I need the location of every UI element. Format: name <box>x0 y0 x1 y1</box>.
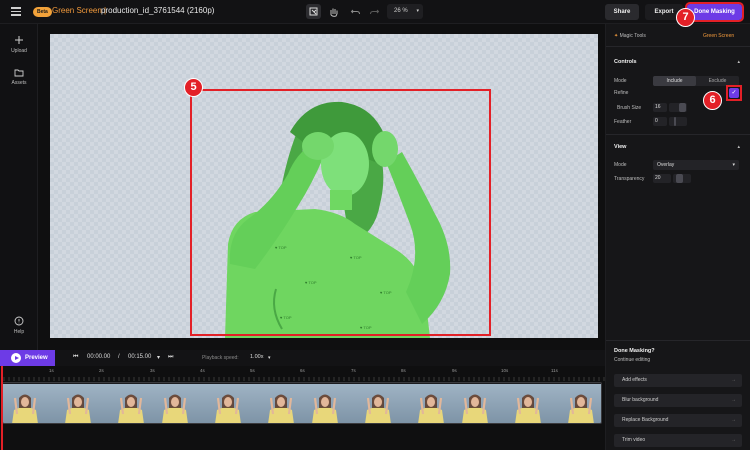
plus-icon <box>15 36 23 44</box>
magic-tools-header[interactable]: ✦ Magic Tools <box>614 33 646 39</box>
time-separator: / <box>118 354 120 360</box>
video-track-filmstrip[interactable] <box>2 382 602 424</box>
filmstrip-frame <box>453 384 503 423</box>
feather-input[interactable]: 0 <box>653 117 667 126</box>
upload-button[interactable]: Upload <box>0 35 38 54</box>
slider-handle[interactable] <box>676 174 683 183</box>
zoom-level: 26 % <box>394 8 408 14</box>
current-time: 00:00.00 <box>87 354 111 360</box>
brush-size-input[interactable]: 16 <box>653 103 667 112</box>
zoom-select[interactable]: 26 % ▾ <box>387 4 423 19</box>
playback-bar: Preview ⏮ 00:00.00 / 00:15.00 ▾ ⏭ Playba… <box>0 350 605 366</box>
filmstrip-frame <box>353 384 403 423</box>
project-mode-label: Green Screen | <box>52 6 107 15</box>
chevron-down-icon: ▾ <box>732 162 735 168</box>
top-bar: Beta Green Screen | production_id_376154… <box>0 0 750 24</box>
replace-background-button[interactable]: Replace Background → <box>614 414 742 427</box>
blur-background-button[interactable]: Blur background → <box>614 394 742 407</box>
filmstrip-frame <box>303 384 353 423</box>
filmstrip-frame <box>403 384 453 423</box>
refine-label: Refine <box>614 90 629 96</box>
help-icon <box>14 316 24 326</box>
view-mode-label: Mode <box>614 162 627 168</box>
arrow-right-icon: → <box>731 377 736 383</box>
filmstrip-frame <box>253 384 303 423</box>
video-canvas[interactable]: ♥ TOP ♥ TOP ♥ TOP ♥ TOP ♥ TOP ♥ TOP 5 <box>50 34 598 338</box>
chevron-down-icon: ▾ <box>416 8 419 14</box>
transparency-slider[interactable] <box>673 174 691 183</box>
divider <box>606 134 750 135</box>
share-button[interactable]: Share <box>605 4 639 20</box>
filmstrip-frame <box>503 384 553 423</box>
undo-icon[interactable] <box>348 4 363 19</box>
include-option[interactable]: Include <box>653 76 696 86</box>
filmstrip-frame <box>103 384 153 423</box>
right-panel: ✦ Magic Tools Green Screen Controls ▴ Mo… <box>605 24 750 450</box>
done-masking-title: Done Masking? <box>614 348 655 354</box>
filmstrip-frame <box>3 384 53 423</box>
filmstrip-frame <box>203 384 253 423</box>
done-masking-button[interactable]: Done Masking <box>685 2 744 22</box>
filmstrip-frame <box>553 384 601 423</box>
divider <box>606 340 750 341</box>
folder-icon <box>14 69 24 77</box>
skip-back-icon[interactable]: ⏮ <box>73 354 78 361</box>
play-icon <box>11 353 21 363</box>
refine-checkbox[interactable]: ✓ <box>729 88 739 98</box>
divider <box>606 46 750 47</box>
playback-speed-label: Playback speed: <box>202 355 239 361</box>
redo-icon[interactable] <box>367 4 382 19</box>
feather-label: Feather <box>614 119 632 125</box>
chevron-down-icon[interactable]: ▾ <box>268 355 271 361</box>
magic-wand-icon: ✦ <box>614 33 619 39</box>
transparency-input[interactable]: 20 <box>653 174 671 183</box>
filmstrip-frame <box>53 384 103 423</box>
callout-badge-6: 6 <box>703 91 722 110</box>
timeline-ruler[interactable]: 1s 2s 3s 4s 5s 6s 7s 8s 9s 10s 11s <box>0 366 605 382</box>
arrow-right-icon: → <box>731 397 736 403</box>
add-effects-button[interactable]: Add effects → <box>614 374 742 387</box>
magic-select-tool-icon[interactable] <box>306 4 321 19</box>
hamburger-menu-icon[interactable] <box>11 7 21 16</box>
feather-slider[interactable] <box>669 117 687 126</box>
assets-label: Assets <box>11 80 27 86</box>
ruler-ticks <box>3 377 605 381</box>
green-screen-tab[interactable]: Green Screen <box>703 33 734 39</box>
transparency-label: Transparency <box>614 176 645 182</box>
slider-handle[interactable] <box>679 103 686 112</box>
selection-highlight <box>190 89 491 336</box>
help-button[interactable]: Help <box>0 316 38 335</box>
chevron-up-icon[interactable]: ▴ <box>737 144 740 150</box>
hand-tool-icon[interactable] <box>326 4 341 19</box>
upload-label: Upload <box>11 48 27 54</box>
left-rail: Upload Assets Help <box>0 24 38 350</box>
beta-badge: Beta <box>33 7 52 17</box>
total-time: 00:15.00 <box>128 354 152 360</box>
arrow-right-icon: → <box>731 437 736 443</box>
slider-handle[interactable] <box>674 117 676 126</box>
project-name[interactable]: production_id_3761544 (2160p) <box>101 6 214 15</box>
mode-label: Mode <box>614 78 627 84</box>
callout-badge-5: 5 <box>184 78 203 97</box>
assets-button[interactable]: Assets <box>0 68 38 86</box>
view-mode-select[interactable]: Overlay ▾ <box>653 160 739 170</box>
arrow-right-icon: → <box>731 417 736 423</box>
callout-badge-7: 7 <box>676 8 695 27</box>
skip-forward-icon[interactable]: ⏭ <box>168 354 173 361</box>
preview-button[interactable]: Preview <box>0 350 55 366</box>
playhead[interactable] <box>1 366 3 450</box>
chevron-up-icon[interactable]: ▴ <box>737 59 740 65</box>
brush-size-label: Brush Size <box>617 105 642 111</box>
controls-section-title: Controls <box>614 59 637 65</box>
chevron-down-icon[interactable]: ▾ <box>157 354 160 361</box>
view-section-title: View <box>614 144 627 150</box>
continue-editing-subtitle: Continue editing <box>614 357 651 363</box>
brush-size-slider[interactable] <box>669 103 687 112</box>
trim-video-button[interactable]: Trim video → <box>614 434 742 447</box>
filmstrip-frame <box>153 384 203 423</box>
playback-speed-value[interactable]: 1.00x <box>250 354 263 360</box>
help-label: Help <box>13 329 25 335</box>
